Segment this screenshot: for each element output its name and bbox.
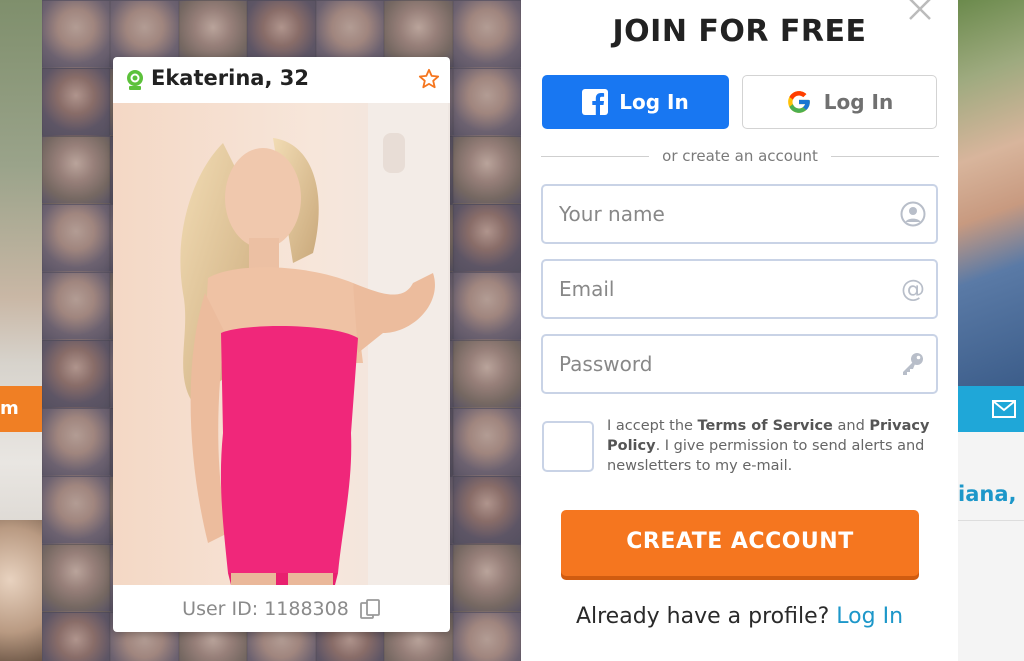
background-right-divider [958, 520, 1024, 521]
password-input[interactable] [559, 336, 889, 392]
already-text: Already have a profile? [575, 604, 830, 629]
mosaic-photo-tile [452, 408, 521, 476]
divider-line-right [830, 155, 940, 157]
page-title: JOIN FOR FREE [612, 14, 867, 49]
mail-icon [992, 400, 1016, 418]
at-icon: @ [901, 276, 925, 302]
login-link[interactable]: Log In [836, 604, 903, 629]
mosaic-photo-tile [42, 0, 111, 68]
user-id: User ID: 1188308 [182, 597, 349, 620]
profile-card-footer: User ID: 1188308 [113, 585, 450, 632]
facebook-login-button[interactable]: Log In [542, 75, 729, 129]
svg-text:@: @ [901, 276, 925, 302]
name-input[interactable] [559, 186, 889, 242]
divider-text: or create an account [662, 147, 818, 165]
profile-card[interactable]: Ekaterina, 32 User ID: 1188308 [113, 57, 450, 632]
password-field[interactable] [541, 334, 938, 394]
mosaic-photo-tile [42, 544, 111, 612]
mosaic-photo-tile [42, 204, 111, 272]
consent-checkbox[interactable] [542, 421, 594, 472]
key-icon [903, 353, 923, 375]
create-account-button[interactable]: CREATE ACCOUNT [561, 510, 919, 576]
copy-icon[interactable] [359, 598, 381, 620]
background-left-button: m [0, 386, 42, 432]
profile-photo[interactable] [113, 103, 450, 585]
mosaic-photo-tile [42, 272, 111, 340]
mosaic-photo-tile [42, 476, 111, 544]
profile-photo-illustration [113, 103, 450, 585]
background-right-photo [958, 0, 1024, 386]
google-icon [787, 91, 810, 113]
google-login-label: Log In [823, 90, 894, 114]
profile-name: Ekaterina, 32 [151, 66, 309, 90]
divider-line-left [541, 155, 650, 157]
mosaic-photo-tile [452, 612, 521, 661]
facebook-login-label: Log In [619, 90, 689, 114]
email-input[interactable] [559, 261, 889, 317]
mosaic-photo-tile [452, 476, 521, 544]
terms-link[interactable]: Terms of Service [698, 418, 833, 434]
mosaic-photo-tile [42, 68, 111, 136]
name-field[interactable] [541, 184, 938, 244]
profile-card-header: Ekaterina, 32 [113, 57, 450, 103]
webcam-icon [127, 70, 143, 90]
google-login-button[interactable]: Log In [742, 75, 937, 129]
mosaic-photo-tile [452, 0, 521, 68]
mosaic-photo-tile [42, 612, 111, 661]
background-left-button-label: m [0, 398, 19, 419]
mosaic-photo-tile [452, 544, 521, 612]
consent-and: and [832, 418, 870, 434]
mosaic-photo-tile [452, 204, 521, 272]
user-icon [900, 201, 926, 227]
mosaic-photo-tile [42, 136, 111, 204]
background-right-name: iana, [958, 482, 1017, 506]
mosaic-photo-tile [452, 68, 521, 136]
consent-text: I accept the Terms of Service and Privac… [607, 416, 935, 476]
signup-panel: JOIN FOR FREE Log In Log In or create an… [521, 0, 958, 661]
mosaic-photo-tile [452, 136, 521, 204]
already-have-profile: Already have a profile? Log In [521, 604, 958, 629]
background-right-message-bar [958, 386, 1024, 432]
mosaic-photo-tile [42, 408, 111, 476]
mosaic-photo-tile [452, 340, 521, 408]
consent-prefix: I accept the [607, 418, 698, 434]
star-icon[interactable] [418, 68, 440, 90]
consent-suffix: . I give permission to send alerts and n… [607, 438, 925, 474]
email-field[interactable]: @ [541, 259, 938, 319]
facebook-icon [582, 89, 609, 115]
mosaic-photo-tile [452, 272, 521, 340]
mosaic-photo-tile [42, 340, 111, 408]
divider: or create an account [541, 144, 940, 168]
background-left-photo-2 [0, 520, 42, 661]
